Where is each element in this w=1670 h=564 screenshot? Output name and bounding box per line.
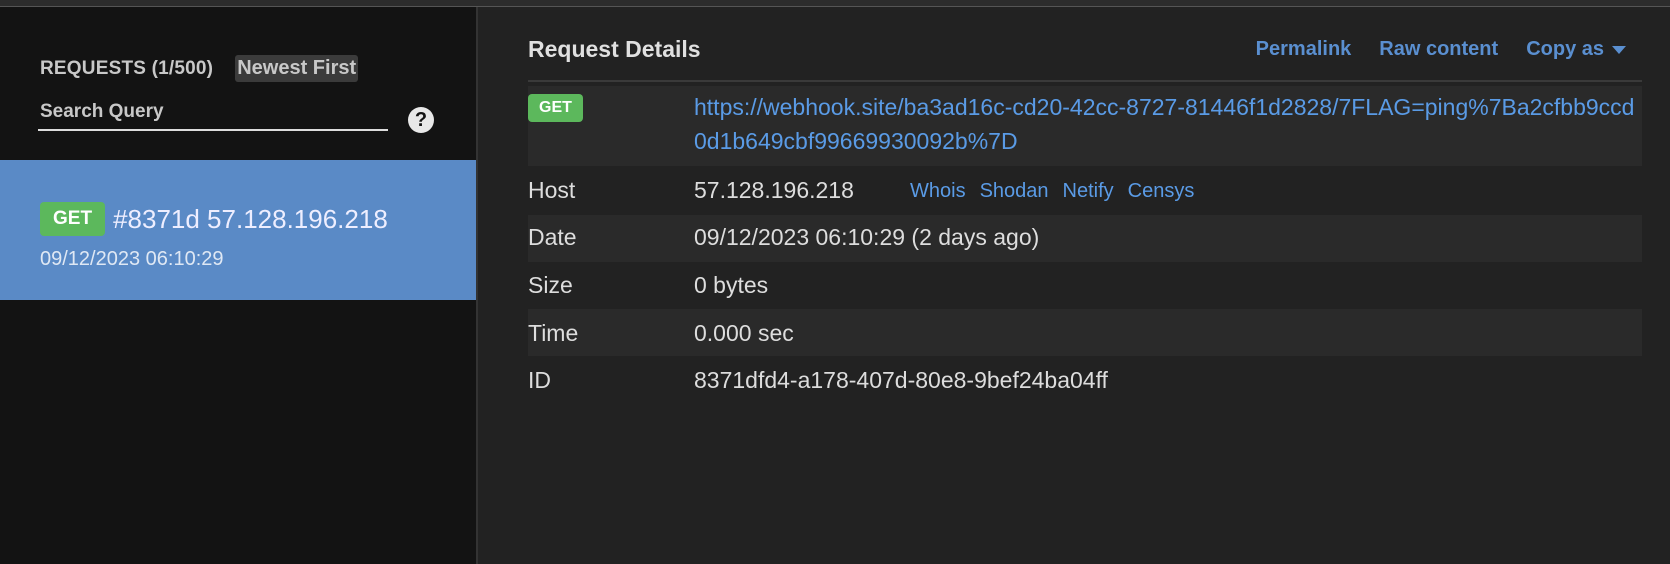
question-circle-icon[interactable]: ? [408, 107, 434, 133]
time-label: Time [528, 320, 579, 346]
host-row: Host 57.128.196.218 Whois Shodan Netify … [528, 174, 1642, 216]
requests-header: REQUESTS (1/500) Newest First [40, 55, 359, 82]
requests-count: REQUESTS (1/500) [40, 57, 214, 79]
raw-content-label: Raw content [1379, 38, 1499, 60]
url-row: GET https://webhook.site/ba3ad16c-cd20-4… [528, 86, 1642, 166]
size-value: 0 bytes [694, 272, 769, 298]
shodan-link[interactable]: Shodan [980, 180, 1049, 203]
method-badge: GET [40, 202, 106, 236]
copy-as-label: Copy as [1526, 38, 1604, 60]
sort-order-button[interactable]: Newest First [235, 55, 359, 82]
details-header: Request Details Permalink Raw content Co… [528, 36, 1642, 82]
time-value: 0.000 sec [694, 320, 794, 346]
host-label: Host [528, 177, 576, 203]
whois-link[interactable]: Whois [910, 180, 966, 203]
size-label: Size [528, 272, 573, 298]
size-row: Size 0 bytes [528, 262, 1642, 309]
request-item-date: 09/12/2023 06:10:29 [40, 248, 224, 270]
search-field-wrapper [38, 99, 390, 131]
date-row: Date 09/12/2023 06:10:29 (2 days ago) [528, 215, 1642, 262]
request-url-link[interactable]: https://webhook.site/ba3ad16c-cd20-42cc-… [694, 90, 1642, 158]
method-badge: GET [528, 94, 583, 122]
host-value: 57.128.196.218 [694, 177, 854, 203]
caret-down-icon [1612, 45, 1626, 54]
host-lookup-links: Whois Shodan Netify Censys [910, 180, 1194, 203]
request-item-line: GET #8371d 57.128.196.218 [40, 202, 388, 236]
raw-content-link[interactable]: Raw content [1379, 38, 1498, 61]
date-value: 09/12/2023 06:10:29 (2 days ago) [694, 224, 1040, 250]
permalink-label: Permalink [1255, 38, 1352, 60]
request-list-item[interactable]: GET #8371d 57.128.196.218 09/12/2023 06:… [0, 160, 476, 300]
id-value: 8371dfd4-a178-407d-80e8-9bef24ba04ff [694, 367, 1108, 393]
date-label: Date [528, 224, 577, 250]
id-row: ID 8371dfd4-a178-407d-80e8-9bef24ba04ff [528, 356, 1642, 403]
id-label: ID [528, 367, 551, 393]
copy-as-dropdown[interactable]: Copy as [1526, 38, 1626, 61]
censys-link[interactable]: Censys [1128, 180, 1195, 203]
request-sidebar: REQUESTS (1/500) Newest First ? GET #837… [0, 7, 478, 564]
search-input[interactable] [38, 99, 390, 129]
netify-link[interactable]: Netify [1063, 180, 1114, 203]
details-actions: Permalink Raw content Copy as [1256, 38, 1626, 61]
time-row: Time 0.000 sec [528, 309, 1642, 356]
request-item-title: #8371d 57.128.196.218 [113, 203, 388, 234]
details-title: Request Details [528, 36, 701, 62]
top-bar [0, 0, 1670, 7]
permalink-link[interactable]: Permalink [1256, 38, 1352, 61]
